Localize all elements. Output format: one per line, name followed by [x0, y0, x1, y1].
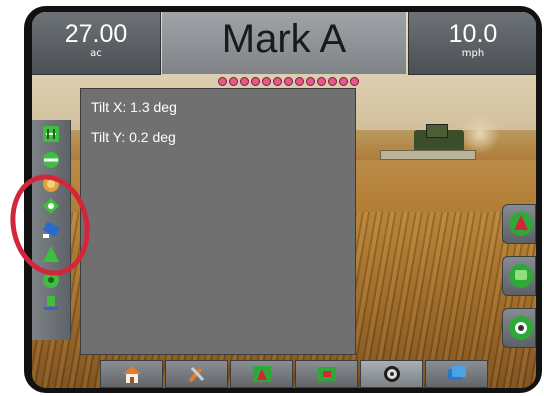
- vehicle-view-tab[interactable]: [230, 360, 293, 388]
- lightbar-led: [328, 77, 337, 86]
- lightbar-led: [251, 77, 260, 86]
- speed-box[interactable]: 10.0 mph: [408, 12, 536, 75]
- speed-unit: mph: [461, 48, 485, 59]
- vehicle-view-button[interactable]: [502, 204, 536, 244]
- bottom-nav: [100, 360, 490, 388]
- speed-value: 10.0: [448, 20, 498, 48]
- lightbar: [218, 77, 359, 86]
- map-view-icon: [509, 264, 533, 288]
- field-map-tab[interactable]: [295, 360, 358, 388]
- data-tab[interactable]: [425, 360, 488, 388]
- vehicle-view-icon: [509, 212, 533, 236]
- lightbar-led: [317, 77, 326, 86]
- real-view-tab[interactable]: [360, 360, 423, 388]
- area-unit: ac: [90, 48, 102, 59]
- mark-title-box[interactable]: Mark A: [162, 12, 406, 74]
- lightbar-led: [306, 77, 315, 86]
- home-icon: [122, 366, 141, 383]
- tilt-y-readout: Tilt Y: 0.2 deg: [91, 129, 176, 145]
- lightbar-led: [262, 77, 271, 86]
- home-button[interactable]: [100, 360, 163, 388]
- device-frame: 27.00 ac Mark A 10.0 mph Tilt X: 1.3 deg…: [24, 6, 542, 393]
- tools-icon: [188, 366, 204, 383]
- lightbar-led: [218, 77, 227, 86]
- data-icon: [447, 366, 466, 380]
- area-applied-box[interactable]: 27.00 ac: [32, 12, 161, 75]
- guidance-mode-icon[interactable]: [41, 124, 61, 144]
- combine-image: [380, 114, 500, 168]
- lightbar-led: [240, 77, 249, 86]
- lightbar-led: [350, 77, 359, 86]
- status-bar: 27.00 ac Mark A 10.0 mph: [32, 12, 536, 75]
- lightbar-led: [339, 77, 348, 86]
- boom-icon[interactable]: [41, 292, 61, 312]
- area-value: 27.00: [64, 20, 128, 48]
- map-view-button[interactable]: [502, 256, 536, 296]
- real-view-icon: [383, 366, 400, 382]
- lightbar-led: [284, 77, 293, 86]
- boundary-icon[interactable]: [41, 150, 61, 170]
- display-screen: 27.00 ac Mark A 10.0 mph Tilt X: 1.3 deg…: [32, 12, 536, 388]
- tilt-x-readout: Tilt X: 1.3 deg: [91, 99, 177, 115]
- vehicle-view-icon: [252, 366, 271, 382]
- page-title: Mark A: [221, 17, 347, 61]
- tools-button[interactable]: [165, 360, 228, 388]
- lightbar-led: [295, 77, 304, 86]
- lightbar-led: [273, 77, 282, 86]
- screen-options-button[interactable]: [502, 308, 536, 348]
- lightbar-led: [229, 77, 238, 86]
- tilt-info-panel: Tilt X: 1.3 deg Tilt Y: 0.2 deg: [80, 88, 356, 355]
- field-map-icon: [317, 367, 336, 381]
- screen-options-icon: [509, 316, 533, 340]
